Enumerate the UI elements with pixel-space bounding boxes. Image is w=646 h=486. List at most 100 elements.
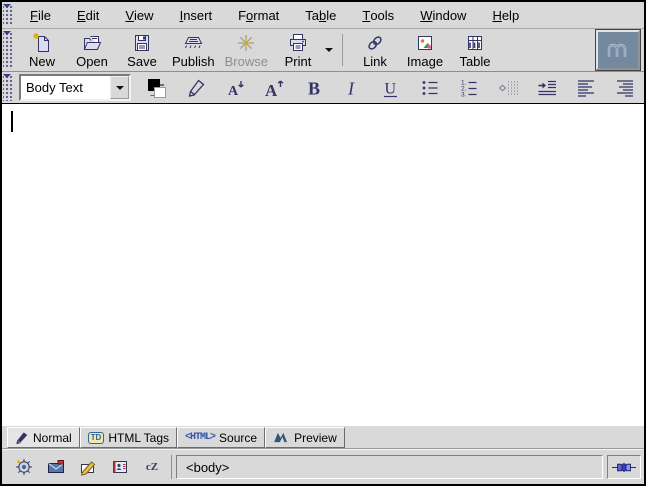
toolbar-button-label: Save [127,54,157,69]
menu-edit[interactable]: Edit [64,2,112,28]
toolbar-button-label: Publish [172,54,215,69]
toolbar-grippy[interactable] [3,4,13,26]
tab-label: Source [219,431,257,445]
svg-text:3.: 3. [461,91,467,98]
menu-table[interactable]: Table [292,2,349,28]
save-icon [131,32,153,54]
highlight-color-button[interactable] [176,74,215,102]
html-source-icon: <HTML> [185,432,215,443]
browse-icon [235,32,257,54]
toolbar-button-label: Link [363,54,387,69]
html-tags-icon: TD [88,432,105,444]
toolbar-button-label: Table [459,54,490,69]
chatzilla-icon[interactable]: cZ [142,457,162,477]
normal-pen-icon [15,431,29,445]
menu-file[interactable]: File [17,2,64,28]
tab-label: Preview [294,431,337,445]
text-caret [11,111,13,132]
image-icon [414,32,436,54]
bold-button[interactable]: B [293,74,332,102]
chevron-down-icon[interactable] [110,76,129,99]
statusbar: cZ <body> [2,449,644,484]
font-larger-icon: A [262,76,286,100]
print-icon [287,32,309,54]
mozilla-logo[interactable] [596,30,640,70]
open-icon [81,32,103,54]
indent-button[interactable] [527,74,566,102]
toolbar-button-label: New [29,54,55,69]
component-bar: cZ [5,455,172,479]
italic-button[interactable]: I [332,74,371,102]
menu-help[interactable]: Help [479,2,532,28]
print-button[interactable]: Print [273,30,323,70]
color-swatch-icon [145,76,169,100]
align-left-button[interactable] [566,74,605,102]
bullet-list-icon [418,76,442,100]
format-toolbar: Body Text AA B I U 1.2.3. [2,72,644,103]
text-color-swatch-button[interactable] [137,74,176,102]
tab-html-tags[interactable]: TDHTML Tags [80,427,177,448]
toolbar-button-label: Open [76,54,108,69]
element-path-field[interactable]: <body> [176,455,603,479]
link-button[interactable]: Link [350,30,400,70]
align-right-icon [613,76,637,100]
publish-icon [182,32,204,54]
save-button[interactable]: Save [117,30,167,70]
numbered-list-button[interactable]: 1.2.3. [449,74,488,102]
table-button[interactable]: Table [450,30,500,70]
addressbook-icon[interactable] [110,457,130,477]
align-right-button[interactable] [605,74,644,102]
tab-preview[interactable]: Preview [265,427,345,448]
toolbar-button-label: Print [285,54,312,69]
table-icon [464,32,486,54]
toolbar-grippy[interactable] [3,74,13,101]
italic-icon: I [340,76,364,100]
paragraph-format-value: Body Text [21,76,110,99]
menu-insert[interactable]: Insert [167,2,226,28]
browse-button: Browse [220,30,273,70]
outdent-button[interactable] [488,74,527,102]
image-button[interactable]: Image [400,30,450,70]
open-button[interactable]: Open [67,30,117,70]
edit-mode-tabbar: NormalTDHTML Tags<HTML>SourcePreview [2,426,644,449]
new-icon [31,32,53,54]
toolbar-grippy[interactable] [3,31,13,69]
menu-view[interactable]: View [112,2,166,28]
menu-window[interactable]: Window [407,2,479,28]
menu-format[interactable]: Format [225,2,292,28]
publish-button[interactable]: Publish [167,30,220,70]
tab-label: HTML Tags [108,431,169,445]
chatzilla-icon-text: cZ [146,461,158,473]
numbered-list-icon: 1.2.3. [457,76,481,100]
navigator-icon[interactable] [14,457,34,477]
link-icon [364,32,386,54]
tab-source[interactable]: <HTML> Source [177,427,265,448]
composer-icon[interactable] [78,457,98,477]
online-indicator[interactable] [607,455,641,479]
print-dropdown-arrow[interactable] [323,30,335,70]
tab-normal[interactable]: Normal [7,427,80,448]
decrease-font-size-button[interactable]: A [215,74,254,102]
svg-text:I: I [347,78,355,98]
highlight-pen-icon [184,76,208,100]
svg-text:A: A [265,81,278,100]
menu-tools[interactable]: Tools [349,2,407,28]
element-path-text: <body> [186,460,229,475]
font-smaller-icon: A [223,76,247,100]
paragraph-format-select[interactable]: Body Text [19,74,131,101]
toolbar-separator [342,34,343,66]
underline-button[interactable]: U [371,74,410,102]
new-button[interactable]: New [17,30,67,70]
menubar: FileEditViewInsertFormatTableToolsWindow… [2,2,644,29]
increase-font-size-button[interactable]: A [254,74,293,102]
bullet-list-button[interactable] [410,74,449,102]
main-toolbar: New Open Save Publish Browse Print Link Image Ta… [2,29,644,72]
editor-canvas[interactable] [2,103,644,426]
svg-text:U: U [384,80,396,97]
bold-icon: B [301,76,325,100]
svg-text:B: B [308,78,320,98]
toolbar-button-label: Browse [225,54,268,69]
preview-icon [273,432,290,443]
mail-icon[interactable] [46,457,66,477]
toolbar-button-label: Image [407,54,443,69]
